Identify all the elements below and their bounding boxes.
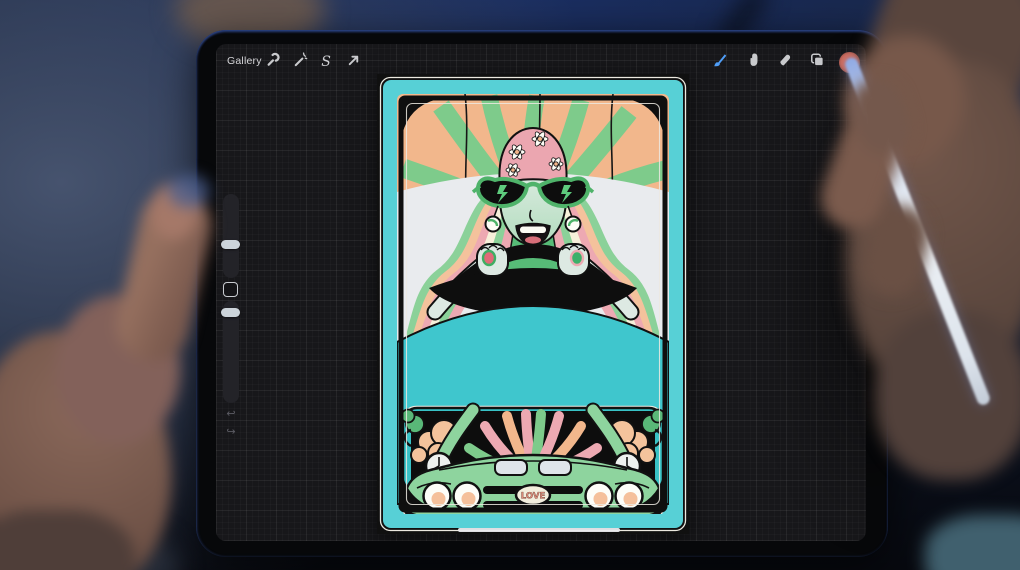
selection-button[interactable]: S (316, 52, 336, 72)
wrench-icon (263, 51, 280, 73)
erase-tool-button[interactable] (774, 52, 794, 72)
eraser-icon (776, 51, 793, 73)
home-indicator[interactable] (458, 528, 620, 532)
right-sleeve (925, 515, 1020, 570)
smudge-tool-button[interactable] (743, 52, 763, 72)
tablet-device: Gallery S (196, 30, 888, 557)
transform-arrow-icon (345, 51, 362, 73)
paintbrush-icon (711, 51, 728, 73)
right-lower-palm (875, 310, 1020, 480)
paint-tool-button[interactable] (709, 52, 729, 72)
tablet-screen: Gallery S (216, 44, 866, 541)
gallery-button[interactable]: Gallery (227, 55, 262, 67)
love-badge: LOVE (516, 485, 550, 505)
right-fingers-grip (825, 90, 965, 320)
magic-wand-icon (292, 51, 309, 73)
photo-of-tablet-drawing-scene: { "top_bar": { "gallery_label": "Gallery… (0, 0, 1020, 570)
drawing-canvas[interactable]: LOVE (377, 74, 689, 534)
adjustments-button[interactable] (290, 52, 310, 72)
left-thumb-rim-light (168, 174, 210, 208)
left-hand (0, 180, 250, 570)
car-front-scene: LOVE (402, 407, 665, 520)
artwork-illustration: LOVE (377, 74, 689, 534)
transform-button[interactable] (343, 52, 363, 72)
actions-button[interactable] (261, 52, 281, 72)
selection-s-icon: S (321, 55, 331, 69)
svg-text:LOVE: LOVE (521, 492, 546, 502)
smudge-finger-icon (745, 51, 762, 73)
